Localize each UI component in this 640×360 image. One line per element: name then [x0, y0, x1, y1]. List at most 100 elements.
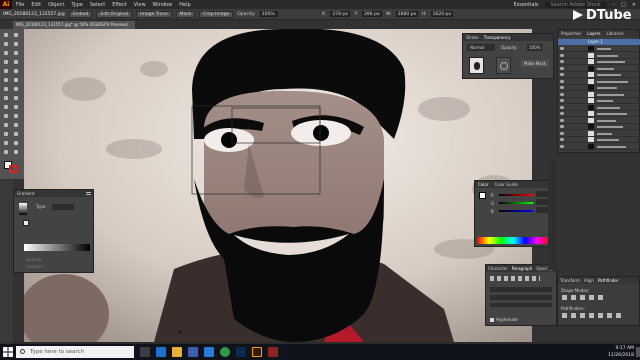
- tab-paragraph[interactable]: Paragraph: [512, 265, 533, 272]
- store-icon[interactable]: [188, 347, 198, 357]
- layer-sublayer-row[interactable]: [558, 85, 640, 91]
- artboard-tool-icon[interactable]: [14, 141, 18, 145]
- perspective-grid-tool-icon[interactable]: [4, 114, 8, 118]
- transparency-opacity-field[interactable]: 100%: [527, 44, 543, 51]
- layer-sublayer-row[interactable]: [558, 72, 640, 78]
- channel-b-field[interactable]: [536, 207, 548, 213]
- panel-menu-icon[interactable]: [86, 192, 91, 195]
- fill-stroke-swatch-icon[interactable]: [479, 192, 486, 199]
- taskbar-search-input[interactable]: Type here to search: [16, 346, 134, 358]
- column-graph-tool-icon[interactable]: [4, 141, 8, 145]
- channel-g-slider[interactable]: [499, 202, 533, 204]
- layer-row[interactable]: Layer 1: [558, 39, 640, 45]
- free-transform-tool-icon[interactable]: [4, 105, 8, 109]
- visibility-eye-icon[interactable]: [560, 125, 564, 128]
- mask-button[interactable]: Mask: [175, 10, 196, 18]
- mail-icon[interactable]: [204, 347, 214, 357]
- visibility-eye-icon[interactable]: [560, 60, 564, 63]
- layer-sublayer-row[interactable]: [558, 52, 640, 59]
- tab-stroke[interactable]: Stroke: [466, 34, 479, 41]
- visibility-eye-icon[interactable]: [560, 92, 564, 96]
- tab-align[interactable]: Align: [584, 277, 594, 284]
- visibility-eye-icon[interactable]: [560, 79, 564, 83]
- windows-start-icon[interactable]: [3, 347, 13, 357]
- hyphenate-checkbox[interactable]: [490, 318, 494, 322]
- gradient-tool-icon[interactable]: [4, 123, 8, 127]
- edge-browser-icon[interactable]: [156, 347, 166, 357]
- width-tool-icon[interactable]: [14, 96, 18, 100]
- layer-sublayer-row[interactable]: [558, 111, 640, 117]
- visibility-eye-icon[interactable]: [560, 144, 564, 148]
- layer-sublayer-row[interactable]: [558, 65, 640, 72]
- close-icon[interactable]: ✕: [632, 2, 636, 8]
- task-view-icon[interactable]: [140, 347, 150, 357]
- visibility-eye-icon[interactable]: [560, 66, 564, 70]
- gradient-swatch-icon[interactable]: [23, 220, 29, 226]
- scale-tool-icon[interactable]: [4, 96, 8, 100]
- visibility-eye-icon[interactable]: [560, 112, 564, 115]
- visibility-eye-icon[interactable]: [560, 86, 564, 89]
- tab-transform[interactable]: Transform: [560, 277, 580, 284]
- tab-color-guide[interactable]: Color Guide: [494, 181, 517, 188]
- menu-effect[interactable]: Effect: [112, 2, 126, 8]
- eraser-tool-icon[interactable]: [4, 87, 8, 91]
- layer-sublayer-row[interactable]: [558, 98, 640, 104]
- channel-r-field[interactable]: [536, 191, 548, 197]
- tab-properties[interactable]: Properties: [561, 30, 581, 37]
- color-spectrum[interactable]: [477, 237, 549, 244]
- blend-tool-icon[interactable]: [4, 132, 8, 136]
- channel-g-field[interactable]: [536, 199, 548, 205]
- visibility-eye-icon[interactable]: [560, 118, 564, 122]
- tab-pathfinder[interactable]: Pathfinder: [598, 277, 619, 284]
- magic-wand-tool-icon[interactable]: [4, 42, 8, 46]
- eyedropper-tool-icon[interactable]: [14, 123, 18, 127]
- shaper-tool-icon[interactable]: [4, 78, 8, 82]
- shape-mode-buttons[interactable]: [562, 295, 604, 300]
- tab-libraries[interactable]: Libraries: [606, 30, 623, 37]
- selection-tool-icon[interactable]: [4, 33, 8, 37]
- channel-b-slider[interactable]: [499, 210, 533, 212]
- channel-r-slider[interactable]: [499, 194, 533, 196]
- paintbrush-tool-icon[interactable]: [14, 69, 18, 73]
- symbol-sprayer-tool-icon[interactable]: [14, 132, 18, 136]
- pen-tool-icon[interactable]: [4, 51, 8, 55]
- mesh-tool-icon[interactable]: [14, 114, 18, 118]
- layer-sublayer-row[interactable]: [558, 130, 640, 137]
- visibility-eye-icon[interactable]: [560, 105, 564, 109]
- layer-sublayer-row[interactable]: [558, 59, 640, 65]
- line-tool-icon[interactable]: [14, 60, 18, 64]
- make-mask-button[interactable]: Make Mask: [521, 60, 550, 67]
- blend-mode-select[interactable]: Normal: [467, 44, 495, 51]
- rotate-tool-icon[interactable]: [14, 87, 18, 91]
- layer-sublayer-row[interactable]: [558, 117, 640, 124]
- type-tool-icon[interactable]: [4, 60, 8, 64]
- w-field[interactable]: 2880 px: [395, 11, 418, 17]
- document-canvas[interactable]: [24, 29, 532, 342]
- notification-icon[interactable]: [636, 347, 640, 357]
- layer-sublayer-row[interactable]: [558, 46, 640, 52]
- layer-sublayer-row[interactable]: [558, 104, 640, 111]
- menu-select[interactable]: Select: [90, 2, 105, 8]
- menu-edit[interactable]: Edit: [31, 2, 41, 8]
- media-player-icon[interactable]: [268, 347, 278, 357]
- lasso-tool-icon[interactable]: [14, 42, 18, 46]
- menu-view[interactable]: View: [134, 2, 146, 8]
- menu-window[interactable]: Window: [153, 2, 173, 8]
- gradient-type-buttons[interactable]: [52, 204, 74, 210]
- gradient-panel-title[interactable]: Gradient: [17, 190, 34, 197]
- pathfinder-buttons[interactable]: [562, 313, 622, 318]
- pencil-tool-icon[interactable]: [14, 78, 18, 82]
- tab-transparency[interactable]: Transparency: [484, 34, 511, 41]
- hand-tool-icon[interactable]: [4, 150, 8, 154]
- image-trace-button[interactable]: Image Trace: [136, 10, 172, 18]
- menu-help[interactable]: Help: [179, 2, 190, 8]
- system-tray[interactable]: 9:17 AM 11/26/2018: [608, 345, 634, 359]
- tab-color[interactable]: Color: [478, 181, 488, 188]
- curvature-tool-icon[interactable]: [14, 51, 18, 55]
- rectangle-tool-icon[interactable]: [4, 69, 8, 73]
- visibility-eye-icon[interactable]: [560, 99, 564, 102]
- visibility-eye-icon[interactable]: [560, 47, 564, 50]
- y-field[interactable]: 286 px: [362, 11, 383, 17]
- direct-selection-tool-icon[interactable]: [14, 33, 18, 37]
- visibility-eye-icon[interactable]: [560, 138, 564, 141]
